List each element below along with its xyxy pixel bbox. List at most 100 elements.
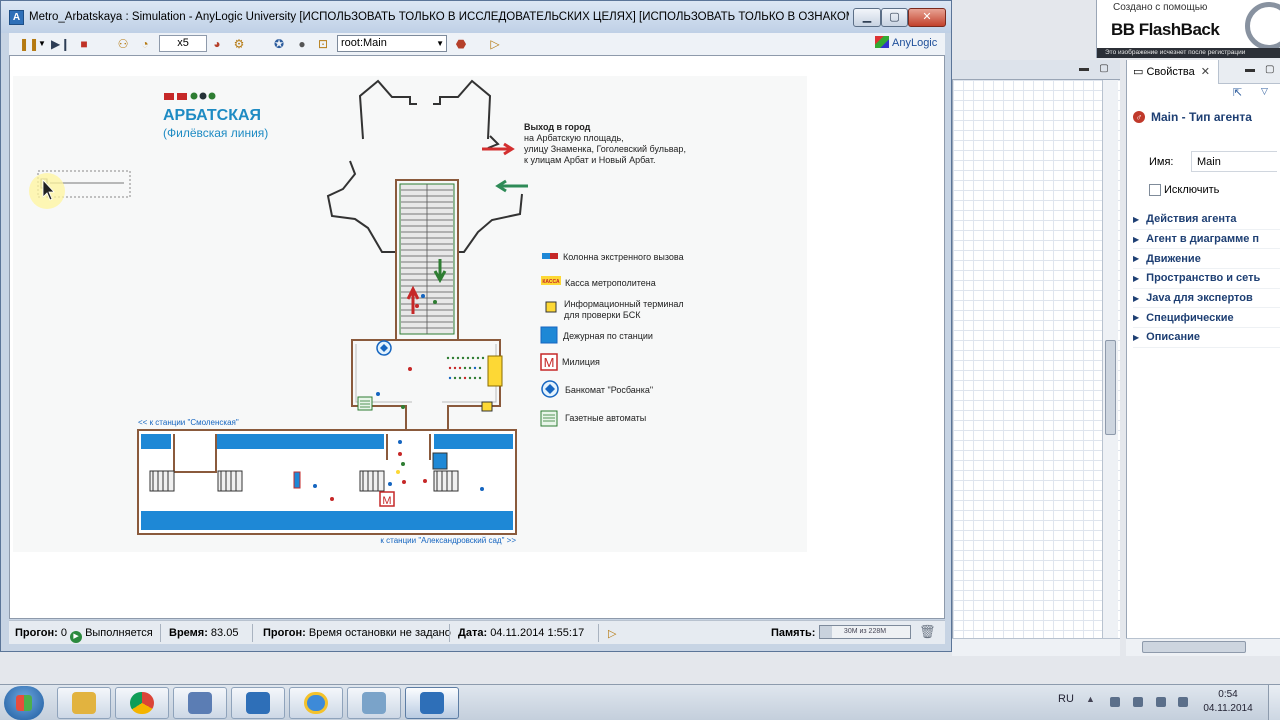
expand-status-icon[interactable]: ▷ xyxy=(608,627,616,640)
exit-wall xyxy=(458,193,523,253)
legend-emergency-call: Колонна экстренного вызова xyxy=(563,252,684,262)
properties-sections: ▶ Действия агента ▶ Агент в диаграмме п ▶ Д… xyxy=(1133,210,1280,348)
watermark-note: Это изображение исчезнет после регистрац… xyxy=(1097,48,1280,58)
tray-icon[interactable] xyxy=(1110,697,1120,707)
memory-label-wrap: Память: xyxy=(771,627,815,639)
section-label: Java для экспертов xyxy=(1146,292,1253,305)
station-plan: АРБАТСКАЯ (Филёвская линия) Выход в горо… xyxy=(29,79,686,545)
exit-wall xyxy=(326,160,396,253)
emergency-call-icon-part xyxy=(550,253,558,259)
exit-wall xyxy=(433,79,492,140)
realtime-icon[interactable]: ⚙ xyxy=(231,36,247,52)
slower-icon[interactable]: ⚇ xyxy=(115,36,131,52)
tab-properties[interactable]: ▭ Свойства ✕ xyxy=(1127,60,1219,84)
exit-arrow-icon xyxy=(482,142,515,156)
view-selector[interactable]: root:Main ▼ xyxy=(337,35,447,52)
step-icon[interactable]: ▶❙ xyxy=(51,36,70,52)
stop-time: Прогон: Время остановки не задано xyxy=(263,627,451,639)
to-aleksandrovsky-label: к станции "Александровский сад" >> xyxy=(380,536,516,545)
faster-icon[interactable]: ◕ xyxy=(209,36,225,52)
close-icon[interactable]: ✕ xyxy=(1201,66,1210,78)
watermark-brand: BB FlashBack xyxy=(1111,20,1220,39)
section-agent-in-diagram[interactable]: ▶ Агент в диаграмме п xyxy=(1133,230,1280,250)
taskbar-viewer[interactable] xyxy=(347,687,401,719)
minimize-icon[interactable]: ▬ xyxy=(1245,64,1255,75)
line-dot-icon xyxy=(199,92,207,100)
view-menu-icon[interactable]: ▽ xyxy=(1261,86,1268,97)
legend: Колонна экстренного вызова КАССА Касса м… xyxy=(540,252,684,427)
window-titlebar[interactable]: A Metro_Arbatskaya : Simulation - AnyLog… xyxy=(1,1,951,33)
show-desktop-button[interactable] xyxy=(1268,685,1280,720)
maximize-button[interactable]: ▢ xyxy=(881,8,908,27)
watermark-logo-icon xyxy=(1245,2,1280,50)
properties-horizontal-scrollbar[interactable] xyxy=(1126,638,1280,656)
network-icon[interactable] xyxy=(1133,697,1143,707)
minimize-icon[interactable]: ▬ xyxy=(1078,63,1090,75)
record-icon[interactable]: ● xyxy=(295,36,309,52)
chevron-down-icon[interactable]: ▼ xyxy=(37,36,47,52)
passenger xyxy=(421,294,425,298)
clock[interactable]: 0:54 04.11.2014 xyxy=(1198,688,1258,716)
legend-police: Милиция xyxy=(562,357,600,367)
zoom-icon[interactable]: ⊡ xyxy=(315,36,331,52)
memory-label: Память: xyxy=(771,627,816,639)
anylogic-link[interactable]: AnyLogic xyxy=(875,36,937,49)
experiment-icon[interactable]: ⬣ xyxy=(453,36,469,52)
station-duty-booth xyxy=(432,452,448,470)
maximize-icon[interactable]: ▢ xyxy=(1098,63,1110,75)
taskbar-anylogic-simulation[interactable] xyxy=(405,687,459,719)
queue-dots xyxy=(446,356,485,380)
taskbar-ie[interactable] xyxy=(289,687,343,719)
expand-icon: ▶ xyxy=(1133,332,1140,342)
expand-toolbar-icon[interactable]: ▷ xyxy=(489,36,501,52)
section-label: Пространство и сеть xyxy=(1146,272,1261,285)
legend-info-terminal: Информационный терминал xyxy=(564,299,684,309)
anylogic-app-icon[interactable]: A xyxy=(9,10,24,25)
clock-icon[interactable]: ◔ xyxy=(137,36,153,52)
open-new-view-icon[interactable]: ⇱ xyxy=(1233,86,1242,99)
enter-arrow-icon xyxy=(495,179,528,193)
section-description[interactable]: ▶ Описание xyxy=(1133,328,1280,348)
simulation-canvas[interactable]: АРБАТСКАЯ (Филёвская линия) Выход в горо… xyxy=(9,55,945,619)
name-field[interactable] xyxy=(1191,151,1277,172)
section-java-for-experts[interactable]: ▶ Java для экспертов xyxy=(1133,289,1280,309)
emergency-call-icon xyxy=(542,253,550,259)
editor-vertical-scrollbar[interactable] xyxy=(1102,80,1118,640)
language-indicator[interactable]: RU xyxy=(1058,693,1074,705)
scrollbar-thumb[interactable] xyxy=(1142,641,1246,653)
section-space-and-network[interactable]: ▶ Пространство и сеть xyxy=(1133,269,1280,289)
section-agent-actions[interactable]: ▶ Действия агента xyxy=(1133,210,1280,230)
tray-expand-icon[interactable]: ▲ xyxy=(1086,694,1096,704)
properties-icon: ▭ xyxy=(1133,66,1147,78)
properties-panel: ▭ Свойства ✕ ▬ ▢ ⇱ ▽ ♂ Main - Тип агента И… xyxy=(1126,60,1280,656)
minimize-button[interactable]: ▁ xyxy=(853,8,881,27)
trash-icon[interactable]: 🗑 xyxy=(919,624,936,640)
time-value: 83.05 xyxy=(210,627,239,639)
taskbar-app[interactable] xyxy=(173,687,227,719)
taskbar-explorer[interactable] xyxy=(57,687,111,719)
expand-icon: ▶ xyxy=(1133,214,1140,224)
flag-icon[interactable] xyxy=(1156,697,1166,707)
section-specific[interactable]: ▶ Специфические xyxy=(1133,308,1280,329)
start-button[interactable] xyxy=(4,686,44,720)
exclude-checkbox[interactable] xyxy=(1149,184,1161,196)
stop-icon[interactable]: ■ xyxy=(77,36,91,52)
navigate-icon[interactable]: ✪ xyxy=(271,36,287,52)
scrollbar-thumb[interactable] xyxy=(1105,340,1116,435)
platform-top-middle xyxy=(216,434,384,449)
volume-icon[interactable] xyxy=(1178,697,1188,707)
memory-bar[interactable]: 30M из 228M xyxy=(819,625,911,639)
pause-icon[interactable]: ❚❚ xyxy=(19,36,39,52)
taskbar-anylogic[interactable] xyxy=(231,687,285,719)
editor-horizontal-scrollbar[interactable] xyxy=(952,638,1120,656)
taskbar-chrome[interactable] xyxy=(115,687,169,719)
exclude-checkbox-row[interactable]: Исключить xyxy=(1149,184,1219,196)
metro-logo-icon xyxy=(177,93,187,100)
editor-canvas[interactable] xyxy=(952,80,1120,656)
close-button[interactable]: ✕ xyxy=(908,8,946,27)
editor-tab-bar: ▬ ▢ xyxy=(952,60,1120,80)
section-movement[interactable]: ▶ Движение xyxy=(1133,249,1280,270)
section-label: Действия агента xyxy=(1146,213,1237,226)
maximize-icon[interactable]: ▢ xyxy=(1265,64,1274,75)
line-dot-icon xyxy=(190,92,198,100)
